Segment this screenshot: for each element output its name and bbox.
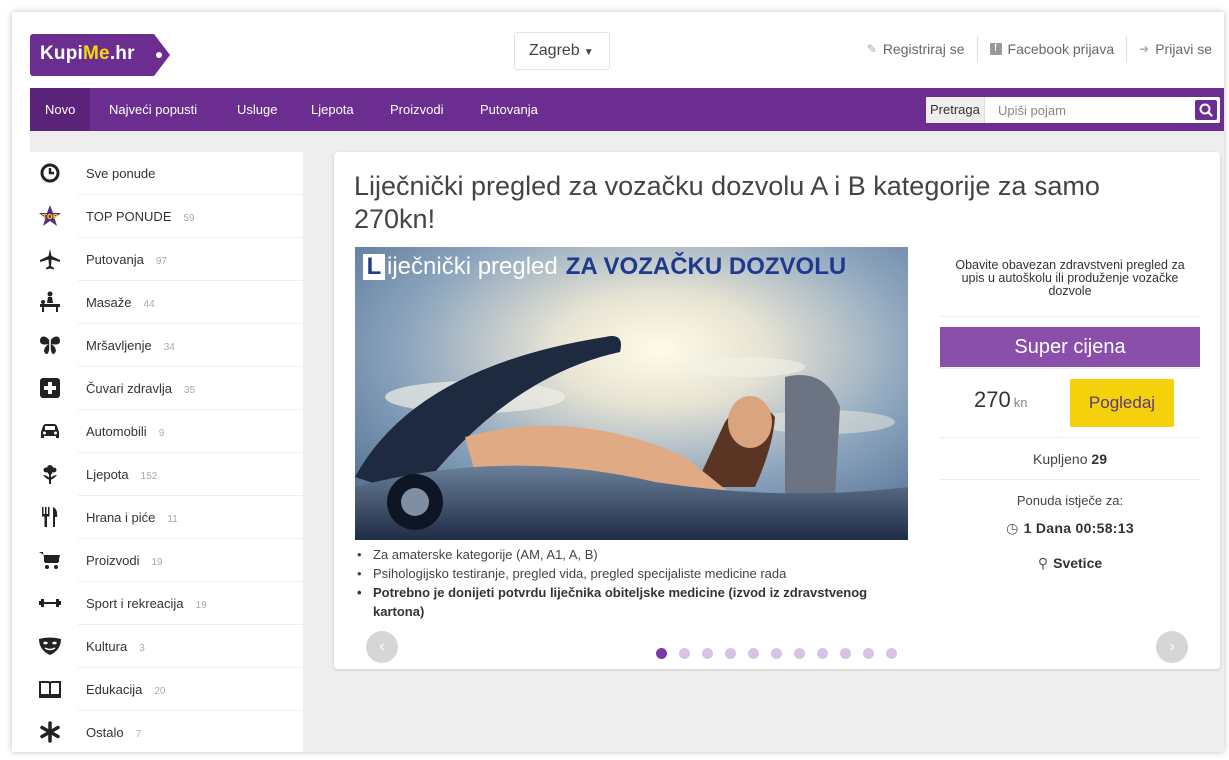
book-icon	[39, 681, 61, 698]
carousel-dot[interactable]	[794, 648, 805, 659]
sidebar-item-hrana-i-pice[interactable]: Hrana i piće 11	[30, 496, 303, 539]
sidebar-item-sve-ponude[interactable]: Sve ponude	[30, 152, 303, 195]
carousel-dot[interactable]	[656, 648, 667, 659]
sidebar-item-sport-i-rekreacija[interactable]: Sport i rekreacija 19	[30, 582, 303, 625]
list-item: Potrebno je donijeti potvrdu liječnika o…	[355, 583, 895, 621]
deal-location: ⚲ Svetice	[1037, 555, 1103, 571]
browser-frame: KupiMe.hr Zagreb ▼ ✎ Registriraj se f Fac…	[12, 12, 1224, 752]
nav-item-usluge[interactable]: Usluge	[222, 88, 292, 131]
caret-down-icon: ▼	[583, 47, 594, 58]
search-label: Pretraga	[926, 97, 985, 123]
sidebar-item-ljepota[interactable]: Ljepota 152	[30, 453, 303, 496]
deal-image[interactable]: L iječnički pregled ZA VOZAČKU DOZVOLU	[355, 247, 908, 540]
svg-text:TOP: TOP	[42, 213, 58, 221]
sidebar-item-cuvari-zdravlja[interactable]: Čuvari zdravlja 35	[30, 367, 303, 410]
sidebar-item-ostalo[interactable]: Ostalo 7	[30, 711, 303, 752]
sidebar-item-kultura[interactable]: Kultura 3	[30, 625, 303, 668]
main-nav: Novo Najveći popusti Usluge Ljepota Proi…	[30, 88, 1224, 131]
carousel-prev-button[interactable]: ‹	[366, 631, 398, 663]
chevron-left-icon: ‹	[379, 638, 385, 655]
nav-item-novo[interactable]: Novo	[30, 88, 91, 131]
city-selector[interactable]: Zagreb ▼	[514, 32, 610, 70]
medical-cross-icon	[40, 378, 60, 398]
sidebar-item-mrsavljenje[interactable]: Mršavljenje 34	[30, 324, 303, 367]
city-label: Zagreb	[529, 42, 580, 59]
top-star-icon: TOP	[39, 205, 61, 226]
carousel-dot[interactable]	[771, 648, 782, 659]
carousel-dot[interactable]	[702, 648, 713, 659]
dumbbell-icon	[39, 599, 61, 607]
countdown-timer: ◷ 1 Dana 00:58:13	[1006, 520, 1134, 536]
nav-item-proizvodi[interactable]: Proizvodi	[375, 88, 458, 131]
sidebar-item-automobili[interactable]: Automobili 9	[30, 410, 303, 453]
price: 270 kn	[974, 387, 1028, 412]
deal-description: Obavite obavezan zdravstveni pregled za …	[940, 247, 1200, 317]
facebook-login-link[interactable]: f Facebook prijava	[976, 36, 1127, 62]
deal-title[interactable]: Liječnički pregled za vozačku dozvolu A …	[354, 170, 1174, 236]
bought-count: Kupljeno 29	[940, 438, 1200, 480]
asterisk-icon	[40, 721, 60, 743]
edit-icon: ✎	[866, 42, 877, 56]
sidebar-item-putovanja[interactable]: Putovanja 97	[30, 238, 303, 281]
list-item: Psihologijsko testiranje, pregled vida, …	[355, 564, 895, 583]
sidebar-item-top-ponude[interactable]: TOP TOP PONUDE 59	[30, 195, 303, 238]
search-icon	[1199, 103, 1213, 117]
flower-icon	[43, 465, 57, 484]
logo[interactable]: KupiMe.hr	[30, 34, 170, 76]
account-links: ✎ Registriraj se f Facebook prijava ➜ Pr…	[855, 36, 1224, 62]
nav-item-putovanja[interactable]: Putovanja	[465, 88, 553, 131]
deal-sidebar: Obavite obavezan zdravstveni pregled za …	[940, 247, 1200, 572]
map-marker-icon: ⚲	[1037, 555, 1049, 571]
chevron-right-icon: ›	[1169, 638, 1175, 655]
carousel-dot[interactable]	[840, 648, 851, 659]
sign-in-icon: ➜	[1139, 42, 1150, 56]
carousel-dot[interactable]	[748, 648, 759, 659]
nav-item-ljepota[interactable]: Ljepota	[296, 88, 369, 131]
image-caption: L iječnički pregled ZA VOZAČKU DOZVOLU	[363, 251, 846, 283]
search-button[interactable]	[1195, 100, 1217, 120]
price-badge: Super cijena	[940, 327, 1200, 367]
massage-icon	[40, 291, 60, 312]
clock-icon: ◷	[1006, 520, 1019, 536]
sidebar-item-edukacija[interactable]: Edukacija 20	[30, 668, 303, 711]
cutlery-icon	[42, 507, 58, 527]
nav-item-najveci-popusti[interactable]: Najveći popusti	[94, 88, 212, 131]
deal-card: Liječnički pregled za vozačku dozvolu A …	[334, 152, 1220, 669]
header: KupiMe.hr Zagreb ▼ ✎ Registriraj se f Fac…	[12, 12, 1224, 88]
plane-icon	[40, 249, 60, 270]
carousel-next-button[interactable]: ›	[1156, 631, 1188, 663]
register-link[interactable]: ✎ Registriraj se	[855, 36, 977, 62]
list-item: Za amaterske kategorije (AM, A1, A, B)	[355, 545, 895, 564]
category-sidebar: Sve ponude TOP TOP PONUDE 59 Putovanja 97 …	[30, 152, 303, 752]
butterfly-icon	[40, 336, 60, 355]
carousel-dots	[656, 648, 909, 659]
clock-icon	[40, 163, 60, 183]
cart-icon	[39, 552, 60, 569]
deal-features: Za amaterske kategorije (AM, A1, A, B) P…	[355, 545, 895, 621]
carousel-dot[interactable]	[817, 648, 828, 659]
carousel-dot[interactable]	[725, 648, 736, 659]
search-input[interactable]	[998, 100, 1178, 120]
expires-label: Ponuda istječe za:	[1016, 493, 1124, 508]
page-content: Sve ponude TOP TOP PONUDE 59 Putovanja 97 …	[30, 131, 1224, 752]
facebook-icon: f	[989, 43, 1002, 55]
view-deal-button[interactable]: Pogledaj	[1070, 379, 1174, 427]
carousel-dot[interactable]	[679, 648, 690, 659]
carousel-dot[interactable]	[886, 648, 897, 659]
search-box: Pretraga	[926, 97, 1220, 123]
car-icon	[41, 424, 59, 438]
price-row: 270 kn Pogledaj	[940, 368, 1200, 438]
masks-icon	[39, 637, 61, 655]
sidebar-item-proizvodi[interactable]: Proizvodi 19	[30, 539, 303, 582]
login-link[interactable]: ➜ Prijavi se	[1126, 36, 1224, 62]
carousel-dot[interactable]	[863, 648, 874, 659]
sidebar-item-masaze[interactable]: Masaže 44	[30, 281, 303, 324]
